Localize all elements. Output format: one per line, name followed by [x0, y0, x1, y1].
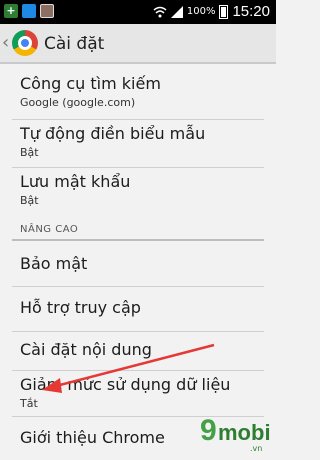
watermark-nine: 9 [200, 414, 217, 447]
watermark-domain: .vn [250, 444, 263, 453]
watermark-logo: 9 mobi .vn [200, 414, 271, 454]
watermark-text: mobi [218, 420, 271, 445]
annotation-arrow-icon [42, 343, 215, 393]
